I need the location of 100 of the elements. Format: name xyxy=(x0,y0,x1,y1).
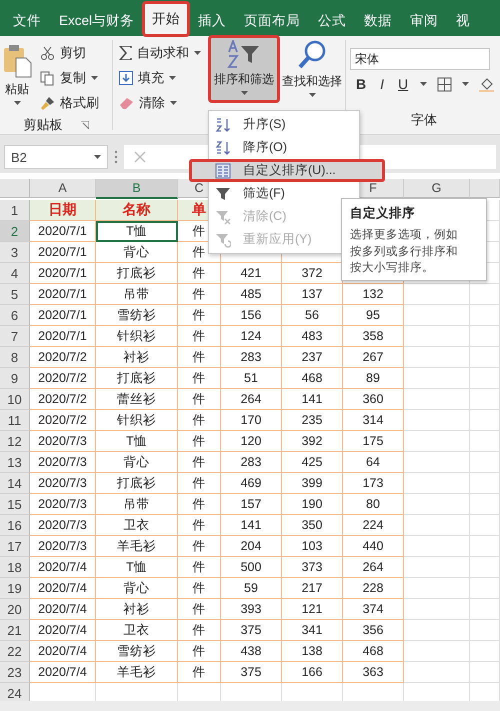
table-cell xyxy=(404,389,470,410)
table-cell: 打底衫 xyxy=(96,368,178,389)
caret-icon xyxy=(308,93,316,97)
row-header[interactable]: 19 xyxy=(0,578,30,599)
dialog-launcher-icon[interactable] xyxy=(80,121,88,129)
table-cell xyxy=(470,599,500,620)
table-cell: 175 xyxy=(343,431,404,452)
table-cell: 2020/7/2 xyxy=(30,389,96,410)
table-cell: 217 xyxy=(282,578,343,599)
menu-item[interactable]: 自定义排序(U)... xyxy=(189,159,385,182)
table-cell: 件 xyxy=(178,557,221,578)
table-cell xyxy=(404,410,470,431)
row-header[interactable]: 15 xyxy=(0,494,30,515)
column-title: 日期 xyxy=(30,200,96,221)
row-header[interactable]: 8 xyxy=(0,347,30,368)
row-header[interactable]: 1 xyxy=(0,200,30,221)
column-header[interactable]: B xyxy=(96,179,178,199)
ribbon-tab[interactable]: 视 xyxy=(447,6,480,36)
paste-button[interactable]: 粘贴 xyxy=(0,40,34,116)
ribbon-tab[interactable]: 公式 xyxy=(309,6,356,36)
brush-icon xyxy=(40,96,55,110)
table-cell xyxy=(404,494,470,515)
row-header[interactable]: 11 xyxy=(0,410,30,431)
tooltip-text: 选择更多选项，例如按多列或多行排序和按大小写排序。 xyxy=(350,228,459,276)
copy-button[interactable]: 复制 xyxy=(38,67,101,89)
font-name-field[interactable]: 宋体 xyxy=(350,48,490,70)
table-cell: T恤 xyxy=(96,221,178,242)
table-cell: 打底衫 xyxy=(96,473,178,494)
column-header[interactable]: G xyxy=(404,179,470,198)
fill-color-icon[interactable] xyxy=(479,76,494,92)
row-header[interactable]: 5 xyxy=(0,284,30,305)
table-cell xyxy=(470,284,500,305)
row-header[interactable]: 22 xyxy=(0,641,30,662)
table-cell: 375 xyxy=(221,662,282,683)
table-cell: 483 xyxy=(282,326,343,347)
cut-button[interactable]: 剪切 xyxy=(38,42,101,64)
table-cell: 80 xyxy=(343,494,404,515)
row-header[interactable]: 17 xyxy=(0,536,30,557)
table-cell xyxy=(470,536,500,557)
row-header[interactable]: 3 xyxy=(0,242,30,263)
table-cell xyxy=(470,515,500,536)
row-header[interactable]: 21 xyxy=(0,620,30,641)
table-cell: 141 xyxy=(221,515,282,536)
table-cell xyxy=(404,326,470,347)
table-cell: 170 xyxy=(221,410,282,431)
menu-item[interactable]: 升序(S) xyxy=(209,113,292,136)
ribbon-tab[interactable]: 审阅 xyxy=(401,6,448,36)
table-cell: 358 xyxy=(343,326,404,347)
row-header[interactable]: 12 xyxy=(0,431,30,452)
table-cell: 衬衫 xyxy=(96,347,178,368)
sort-filter-button[interactable]: 排序和筛选 xyxy=(209,36,279,102)
table-cell: 314 xyxy=(343,410,404,431)
table-cell: 2020/7/3 xyxy=(30,431,96,452)
table-cell: 485 xyxy=(221,284,282,305)
autosum-button[interactable]: 自动求和 xyxy=(117,42,205,64)
table-cell: 360 xyxy=(343,389,404,410)
fill-button[interactable]: 填充 xyxy=(117,67,205,89)
row-header[interactable]: 18 xyxy=(0,557,30,578)
clear-button[interactable]: 清除 xyxy=(117,92,205,114)
ribbon-tab[interactable]: 页面布局 xyxy=(235,6,310,36)
row-header[interactable]: 7 xyxy=(0,326,30,347)
table-cell xyxy=(470,305,500,326)
row-header[interactable]: 20 xyxy=(0,599,30,620)
table-cell: 件 xyxy=(178,662,221,683)
table-cell: 件 xyxy=(178,305,221,326)
row-header[interactable]: 10 xyxy=(0,389,30,410)
find-select-button[interactable]: 查找和选择 xyxy=(279,36,345,101)
table-cell: 2020/7/1 xyxy=(30,221,96,242)
table-cell: 138 xyxy=(282,641,343,662)
ribbon-tab[interactable]: Excel与财务 xyxy=(50,6,144,36)
ribbon-tab[interactable]: 开始 xyxy=(143,2,190,36)
table-cell: 166 xyxy=(282,662,343,683)
column-header[interactable]: A xyxy=(30,179,96,198)
underline-button[interactable]: U xyxy=(396,76,410,92)
row-header[interactable]: 23 xyxy=(0,662,30,683)
menu-item[interactable]: 降序(O) xyxy=(209,136,294,159)
ribbon-tab[interactable]: 数据 xyxy=(355,6,402,36)
row-header[interactable]: 4 xyxy=(0,263,30,284)
down-arrow-icon xyxy=(119,71,133,85)
name-box[interactable]: B2 xyxy=(4,145,108,169)
italic-button[interactable]: I xyxy=(378,76,386,92)
bold-button[interactable]: B xyxy=(354,76,368,92)
table-cell: 件 xyxy=(178,263,221,284)
row-header[interactable]: 16 xyxy=(0,515,30,536)
row-header[interactable]: 6 xyxy=(0,305,30,326)
row-header[interactable]: 13 xyxy=(0,452,30,473)
table-cell: 卫衣 xyxy=(96,620,178,641)
row-header[interactable]: 9 xyxy=(0,368,30,389)
borders-icon[interactable] xyxy=(437,76,452,92)
ribbon-tab[interactable]: 文件 xyxy=(4,6,50,36)
row-header[interactable]: 2 xyxy=(0,221,30,242)
ribbon-tab[interactable]: 插入 xyxy=(189,6,236,36)
format-painter-button[interactable]: 格式刷 xyxy=(38,92,101,114)
table-cell: 件 xyxy=(178,494,221,515)
table-cell xyxy=(470,557,500,578)
table-cell: 393 xyxy=(221,599,282,620)
table-cell: 件 xyxy=(178,410,221,431)
row-header[interactable]: 14 xyxy=(0,473,30,494)
table-cell: 2020/7/2 xyxy=(30,410,96,431)
table-cell xyxy=(404,452,470,473)
